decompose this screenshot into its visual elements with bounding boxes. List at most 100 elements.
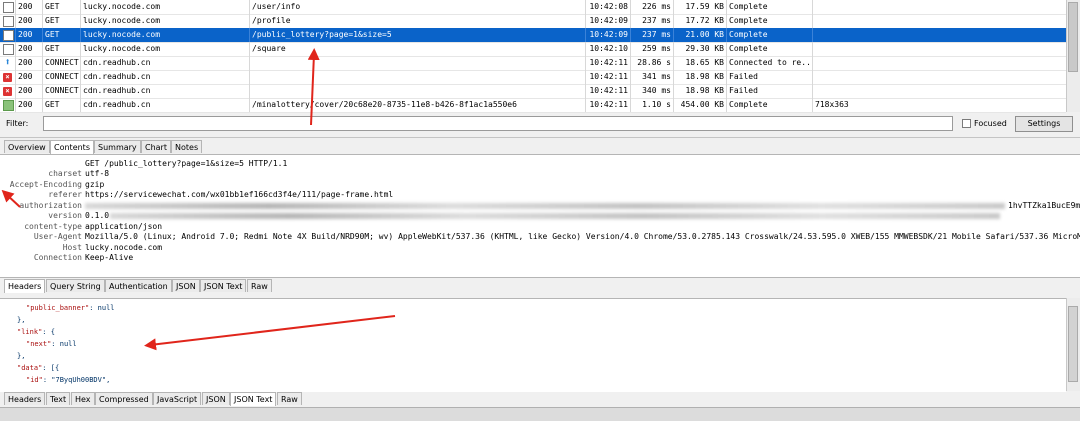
upload-arrow-icon: ⬆	[4, 57, 11, 68]
status-cell: 200	[16, 70, 43, 84]
settings-button[interactable]: Settings	[1015, 116, 1073, 132]
session-row[interactable]: ⬆ 200 CONNECT cdn.readhub.cn 10:42:11 28.86 s…	[0, 56, 1066, 71]
request-headers-pane[interactable]: GET /public_lottery?page=1&size=5 HTTP/1…	[0, 154, 1080, 278]
tab-contents[interactable]: Contents	[50, 140, 94, 154]
focused-label: Focused	[974, 119, 1007, 128]
response-tab-json[interactable]: JSON	[202, 392, 230, 405]
tab-chart[interactable]: Chart	[141, 140, 171, 153]
session-row[interactable]: 200 GET lucky.nocode.com/square 10:42:10 259…	[0, 42, 1066, 57]
json-value: : null	[51, 340, 77, 348]
response-tab-raw[interactable]: Raw	[277, 392, 302, 405]
failed-x-icon: ×	[3, 87, 12, 96]
response-json-pane[interactable]: "public_banner": null}, "link": {"next": …	[0, 298, 1066, 392]
request-tab-json-text[interactable]: JSON Text	[200, 279, 247, 292]
duration-cell: 28.86 s	[631, 56, 674, 70]
status-cell: 200	[16, 42, 43, 56]
session-row[interactable]: × 200 CONNECT cdn.readhub.cn 10:42:11 340 ms 1…	[0, 84, 1066, 99]
duration-cell: 237 ms	[631, 28, 674, 42]
response-tab-hex[interactable]: Hex	[71, 392, 95, 405]
header-value: https://servicewechat.com/wx01bb1ef166cd…	[85, 190, 394, 199]
json-key: "id"	[26, 376, 43, 384]
time-cell: 10:42:09	[586, 14, 631, 28]
url-cell	[250, 56, 586, 70]
status-bar	[0, 407, 1080, 421]
dimensions-cell	[813, 0, 1066, 14]
url-cell: /user/info	[250, 0, 586, 14]
status-cell: 200	[16, 14, 43, 28]
size-cell: 18.98 KB	[674, 70, 727, 84]
request-tab-raw[interactable]: Raw	[247, 279, 272, 292]
header-name: Connection	[33, 253, 82, 262]
session-row[interactable]: × 200 CONNECT cdn.readhub.cn 10:42:11 341 ms 1…	[0, 70, 1066, 85]
session-row[interactable]: 200 GET cdn.readhub.cn/minalottery/cover/2…	[0, 98, 1066, 113]
request-tab-authentication[interactable]: Authentication	[105, 279, 172, 292]
method-cell: GET	[43, 14, 81, 28]
duration-cell: 237 ms	[631, 14, 674, 28]
status-cell: 200	[16, 56, 43, 70]
dimensions-cell: 718x363	[815, 100, 849, 109]
size-cell: 17.59 KB	[674, 0, 727, 14]
duration-cell: 1.10 s	[631, 98, 674, 112]
size-cell: 18.65 KB	[674, 56, 727, 70]
request-tab-json[interactable]: JSON	[172, 279, 200, 292]
dimensions-cell	[813, 84, 1066, 98]
status-cell: 200	[16, 28, 43, 42]
dimensions-cell	[813, 42, 1066, 56]
request-tab-headers[interactable]: Headers	[4, 279, 46, 293]
response-tab-text[interactable]: Text	[46, 392, 71, 405]
size-cell: 29.30 KB	[674, 42, 727, 56]
size-cell: 17.72 KB	[674, 14, 727, 28]
header-value: 0.1.0	[85, 211, 110, 220]
json-value: : [{	[42, 364, 60, 372]
session-row[interactable]: 200 GET lucky.nocode.com/public_lottery?pa…	[0, 28, 1066, 43]
tab-notes[interactable]: Notes	[171, 140, 203, 153]
response-scrollbar-thumb[interactable]	[1068, 306, 1078, 382]
duration-cell: 341 ms	[631, 70, 674, 84]
method-cell: GET	[43, 42, 81, 56]
dimensions-cell	[813, 14, 1066, 28]
duration-cell: 340 ms	[631, 84, 674, 98]
json-line: "next": null	[26, 339, 77, 350]
response-tab-javascript[interactable]: JavaScript	[153, 392, 202, 405]
session-list-scrollbar-thumb[interactable]	[1068, 2, 1078, 72]
json-line: },	[17, 351, 25, 362]
json-value: },	[17, 316, 26, 324]
header-name: User-Agent	[33, 232, 82, 241]
host-cell: cdn.readhub.cn	[81, 98, 250, 112]
header-name: Accept-Encoding	[9, 179, 82, 189]
json-line: },	[17, 315, 25, 326]
inspector-tabs: Overview Contents Summary Chart Notes	[4, 140, 404, 154]
session-icon-cell	[0, 14, 16, 28]
session-list[interactable]: 200 GET lucky.nocode.com/user/info 10:42:08…	[0, 0, 1066, 113]
request-tab-query-string[interactable]: Query String	[46, 279, 105, 292]
method-cell: CONNECT	[43, 56, 81, 70]
response-tab-json-text[interactable]: JSON Text	[230, 392, 277, 406]
response-tab-headers[interactable]: Headers	[4, 392, 46, 405]
redacted-token	[85, 202, 1005, 209]
duration-cell: 259 ms	[631, 42, 674, 56]
tab-summary[interactable]: Summary	[94, 140, 141, 153]
header-name: Host	[62, 242, 82, 252]
document-icon	[3, 30, 14, 41]
session-row[interactable]: 200 GET lucky.nocode.com/profile 10:42:09 23…	[0, 14, 1066, 29]
json-key: "link"	[17, 328, 43, 336]
url-cell: /square	[250, 42, 586, 56]
response-tab-compressed[interactable]: Compressed	[95, 392, 153, 405]
session-icon-cell	[0, 28, 16, 42]
header-value: gzip	[85, 179, 105, 189]
session-row[interactable]: 200 GET lucky.nocode.com/user/info 10:42:08…	[0, 0, 1066, 15]
header-value: Keep-Alive	[85, 253, 134, 262]
focused-checkbox[interactable]	[962, 119, 971, 128]
json-line: "data": [{	[17, 363, 59, 374]
failed-x-icon: ×	[3, 73, 12, 82]
method-cell: CONNECT	[43, 84, 81, 98]
url-cell	[250, 70, 586, 84]
header-name: charset	[48, 169, 82, 178]
header-name: content-type	[24, 221, 82, 231]
header-value: 1hvTTZka1BucE9m	[1008, 200, 1080, 210]
session-icon-cell	[0, 98, 16, 112]
tab-overview[interactable]: Overview	[4, 140, 50, 153]
host-cell: lucky.nocode.com	[81, 14, 250, 28]
filter-input[interactable]	[43, 116, 953, 131]
method-cell: GET	[43, 0, 81, 14]
